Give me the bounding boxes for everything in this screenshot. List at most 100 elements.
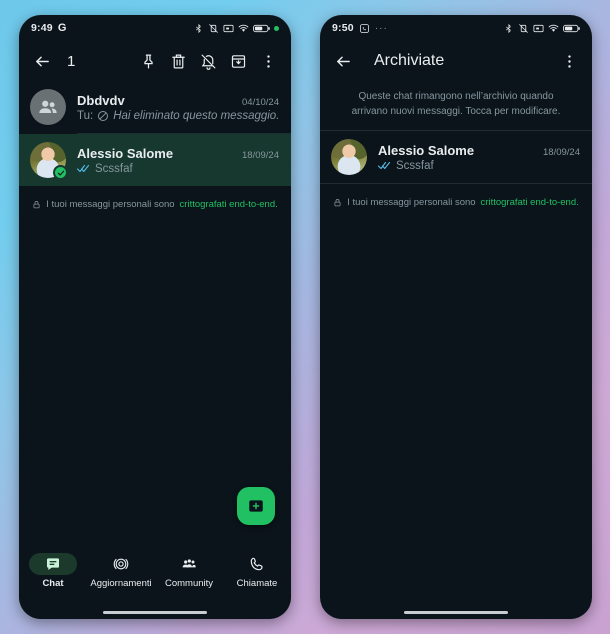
double-check-icon [77,163,91,174]
chat-list-item[interactable]: Dbdvdv 04/10/24 Tu: Hai eliminato questo… [19,81,291,133]
chat-line-preview: Tu: Hai eliminato questo messaggio. [77,110,279,122]
vibrate-off-icon [518,23,529,34]
chat-icon [47,558,59,570]
status-overflow-dots: ··· [374,22,388,34]
chat-date: 18/09/24 [543,146,580,158]
selection-toolbar: 1 [19,41,291,81]
chat-line-preview: Scssfaf [77,163,279,175]
status-bar-right-group [503,23,580,34]
status-time: 9:49 [31,22,53,34]
status-bar-left-group: 9:49 G [31,22,66,34]
cast-icon [533,23,544,34]
avatar [331,139,367,175]
home-bar[interactable] [103,610,207,614]
encryption-link[interactable]: crittografati end-to-end. [180,199,278,210]
archive-icon[interactable] [225,48,251,74]
home-bar[interactable] [404,610,508,614]
nav-item-chiamate[interactable]: Chiamate [223,553,291,589]
encryption-text: I tuoi messaggi personali sono [46,199,175,210]
calls-icon [250,557,263,571]
chat-preview-text: Scssfaf [396,159,434,172]
bluetooth-icon [193,23,204,34]
nav-item-chat[interactable]: Chat [19,553,87,589]
encryption-text: I tuoi messaggi personali sono [347,197,476,208]
chat-line-top: Alessio Salome 18/09/24 [378,143,580,158]
chat-body: Alessio Salome 18/09/24 Scssfaf [77,146,279,175]
phone-left: 9:49 G 1 Dbdvdv 04/10/24 Tu: Hai elimina… [19,15,291,619]
home-indicator-left [19,605,291,619]
avatar-wrap [30,142,68,180]
status-time: 9:50 [332,22,354,34]
nav-item-community[interactable]: Community [155,553,223,589]
chat-list-item[interactable]: Alessio Salome 18/09/24 Scssfaf [19,134,291,186]
green-dot-icon [274,25,279,31]
status-bar-right-group [193,23,279,34]
encryption-notice: I tuoi messaggi personali sono crittogra… [320,184,592,218]
updates-icon [113,558,129,570]
home-indicator-right [320,605,592,619]
chat-preview-text: Hai eliminato questo messaggio. [113,109,279,122]
bottom-navigation: Chat Aggiornamenti Community Chiamate [19,547,291,605]
pin-icon[interactable] [135,48,161,74]
chat-body: Alessio Salome 18/09/24 Scssfaf [378,143,580,172]
blocked-icon [97,110,109,122]
avatar-wrap [30,89,66,125]
vibrate-off-icon [208,23,219,34]
chat-preview-text: Scssfaf [95,162,133,175]
double-check-icon [378,160,392,171]
avatar [30,89,66,125]
cast-icon [223,23,234,34]
chat-list-item[interactable]: Alessio Salome 18/09/24 Scssfaf [320,131,592,183]
new-chat-icon [249,500,263,512]
chat-name: Dbdvdv [77,92,125,108]
chat-line-preview: Scssfaf [378,160,580,172]
selected-check-badge [53,165,68,180]
nav-label: Community [164,578,214,589]
status-bar-left: 9:49 G [19,15,291,41]
wifi-icon [548,23,559,34]
nav-pill [233,553,281,575]
avatar-wrap [331,139,367,175]
mute-icon[interactable] [195,48,221,74]
lock-icon [334,199,341,207]
status-bar-right: 9:50 ··· [320,15,592,41]
chat-list-container-right: Queste chat rimangono nell’archivio quan… [320,81,592,605]
bluetooth-icon [503,23,514,34]
whatsapp-icon [359,23,370,34]
archived-toolbar: Archiviate [320,41,592,81]
new-chat-fab[interactable] [237,487,275,525]
nav-pill [97,553,145,575]
overflow-menu-icon[interactable] [255,48,281,74]
selection-count: 1 [67,52,76,70]
battery-icon [563,23,580,34]
nav-label: Aggiornamenti [90,578,152,589]
chat-line-top: Dbdvdv 04/10/24 [77,93,279,108]
status-bar-left-group: 9:50 ··· [332,22,388,34]
chat-list-container-left: Dbdvdv 04/10/24 Tu: Hai eliminato questo… [19,81,291,547]
delete-icon[interactable] [165,48,191,74]
community-icon [182,559,196,568]
wifi-icon [238,23,249,34]
nav-item-aggiornamenti[interactable]: Aggiornamenti [87,553,155,589]
nav-label: Chiamate [236,578,278,589]
lock-icon [33,201,40,209]
chat-name: Alessio Salome [378,142,475,158]
encryption-link[interactable]: crittografati end-to-end. [481,197,579,208]
chat-date: 18/09/24 [242,149,279,161]
battery-icon [253,23,270,34]
page-title: Archiviate [374,52,445,69]
back-button[interactable] [330,48,356,74]
chat-line-top: Alessio Salome 18/09/24 [77,146,279,161]
overflow-menu-icon[interactable] [556,48,582,74]
nav-pill [165,553,213,575]
google-glyph-icon: G [57,22,67,34]
nav-pill [29,553,77,575]
archive-description: Queste chat rimangono nell’archivio quan… [351,91,561,117]
chat-name: Alessio Salome [77,145,174,161]
chat-preview-prefix: Tu: [77,109,94,122]
back-button[interactable] [29,48,55,74]
chat-body: Dbdvdv 04/10/24 Tu: Hai eliminato questo… [77,93,279,122]
nav-label: Chat [42,578,64,589]
chat-date: 04/10/24 [242,96,279,108]
phone-right: 9:50 ··· Archiviate Queste chat rimangon… [320,15,592,619]
